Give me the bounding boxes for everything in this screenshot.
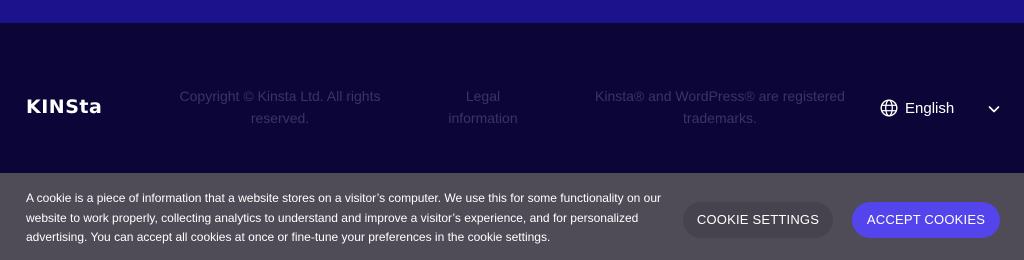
- globe-icon: [880, 99, 898, 117]
- kinsta-logo[interactable]: KINSta: [26, 97, 102, 117]
- accept-cookies-button[interactable]: ACCEPT COOKIES: [852, 202, 1000, 238]
- copyright-text: Copyright © Kinsta Ltd. All rights reser…: [179, 88, 381, 126]
- cookie-banner: A cookie is a piece of information that …: [0, 173, 1024, 260]
- trademarks-text: Kinsta® and WordPress® are registered tr…: [595, 88, 845, 126]
- chevron-down-icon: [988, 102, 1000, 114]
- cookie-settings-button[interactable]: COOKIE SETTINGS: [683, 202, 833, 238]
- language-selector[interactable]: English: [880, 96, 1000, 120]
- cookie-notice-text: A cookie is a piece of information that …: [26, 191, 661, 244]
- top-band: [0, 0, 1024, 23]
- legal-information-link[interactable]: Legal information: [433, 85, 533, 129]
- language-label: English: [905, 99, 955, 117]
- logo-text: KINSta: [26, 96, 103, 118]
- site-footer: KINSta Copyright © Kinsta Ltd. All right…: [0, 23, 1024, 173]
